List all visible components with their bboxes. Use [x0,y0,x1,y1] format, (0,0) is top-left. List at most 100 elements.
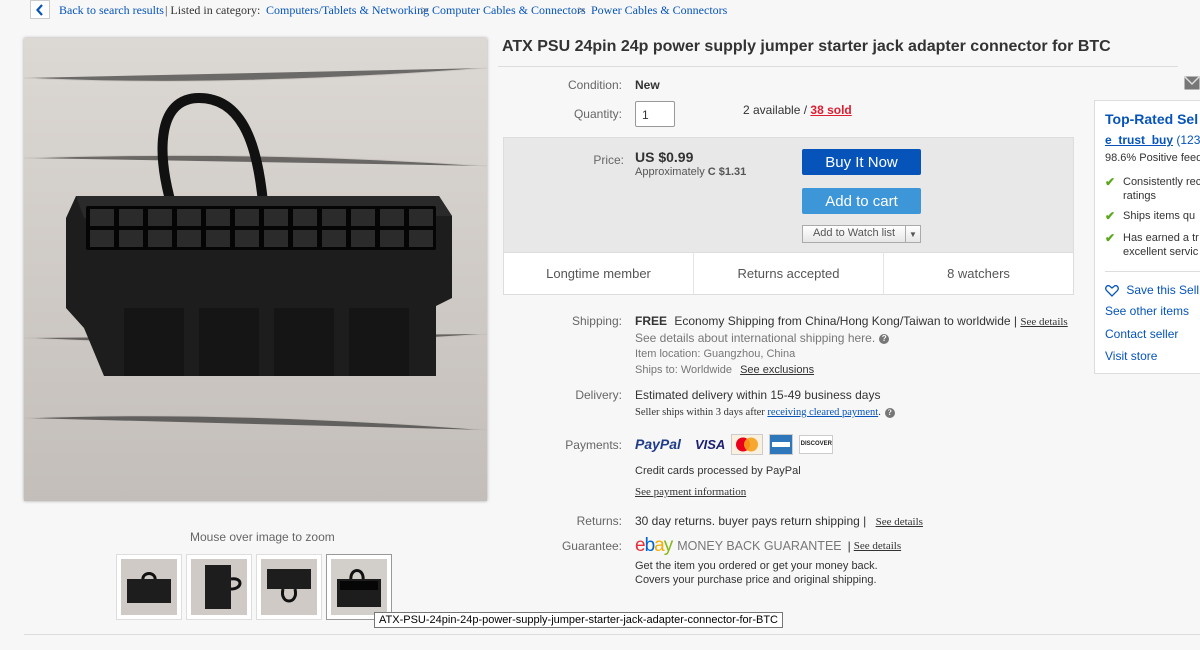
shipping-method: Economy Shipping from China/Hong Kong/Ta… [674,314,1011,328]
add-to-cart-button[interactable]: Add to cart [802,188,921,214]
amex-logo [769,433,794,455]
help-icon[interactable]: ? [879,333,890,344]
visa-logo: VISA [694,436,726,452]
back-button[interactable] [30,0,50,19]
top-rated-seller-heading: Top-Rated Sel [1105,111,1199,127]
category-link-cables[interactable]: Computer Cables & Connectors [432,3,586,18]
delivery-label: Delivery: [575,388,622,402]
seller-point-3-line-1: Has earned a tr [1123,232,1199,244]
watchlist-label[interactable]: Add to Watch list [803,226,906,242]
contact-seller-link[interactable]: Contact seller [1105,327,1178,341]
returns-policy: 30 day returns. buyer pays return shippi… [635,514,923,528]
ships-to-text: Ships to: Worldwide [635,364,733,376]
discover-logo: DISCOVER [799,434,834,454]
check-icon: ✔ [1105,175,1116,189]
breadcrumb-separator: > [421,3,428,17]
seller-point-1-line-1: Consistently rec [1123,176,1200,188]
stat-returns-accepted: Returns accepted [694,253,884,294]
chevron-down-icon[interactable]: ▼ [906,226,920,242]
seller-name-link[interactable]: e_trust_buy [1105,133,1173,147]
category-link-power-cables[interactable]: Power Cables & Connectors [591,3,727,18]
returns-label: Returns: [576,514,622,528]
thumbnail-3[interactable] [256,554,322,620]
sold-count-link[interactable]: 38 sold [810,103,851,117]
price-box: Price: US $0.99 Approximately C $1.31 Bu… [503,137,1074,295]
condition-label: Condition: [567,78,622,92]
price-value: US $0.99 [635,149,694,165]
seller-point-1: Consistently rec ratings [1123,175,1200,203]
seller-feedback: 98.6% Positive feed [1105,152,1200,164]
add-to-watchlist-button[interactable]: Add to Watch list ▼ [802,225,921,243]
see-other-items-link[interactable]: See other items [1105,304,1189,318]
ebay-logo-e: e [635,535,646,556]
shipping-see-details-link[interactable]: See details [1020,316,1067,328]
buy-it-now-button[interactable]: Buy It Now [802,149,921,175]
shipping-free: FREE [635,314,668,328]
stat-longtime-member: Longtime member [504,253,694,294]
see-exclusions-link[interactable]: See exclusions [740,364,814,376]
available-count: 2 available / [743,103,808,117]
thumbnail-1[interactable] [116,554,182,620]
connector-thumb-icon [331,559,387,615]
approx-value: C $1.31 [707,166,747,178]
guarantee-label: Guarantee: [561,539,622,553]
approx-prefix: Approximately [635,166,705,178]
ebay-logo-a: a [654,535,665,556]
money-back-guarantee: ebay MONEY BACK GUARANTEE | See details [635,535,902,557]
credit-card-note: Credit cards processed by PayPal [635,465,801,477]
cleared-payment-link[interactable]: receiving cleared payment [767,407,878,418]
payment-info-link[interactable]: See payment information [635,486,746,498]
returns-text: 30 day returns. buyer pays return shippi… [635,514,867,528]
amex-icon [772,441,791,447]
help-icon[interactable]: ? [884,407,895,418]
seller-info: e_trust_buy (1239 [1105,133,1200,147]
thumbnail-2[interactable] [186,554,252,620]
check-icon: ✔ [1105,231,1116,245]
connector-thumb-icon [261,559,317,615]
availability: 2 available / 38 sold [743,103,852,117]
visit-store-link[interactable]: Visit store [1105,349,1157,363]
intl-shipping-text: See details about international shipping… [635,331,876,345]
delivery-note-prefix: Seller ships within 3 days after [635,407,765,418]
save-seller-label[interactable]: Save this Sell [1126,283,1199,297]
returns-see-details-link[interactable]: See details [876,516,923,528]
save-seller-link[interactable]: Save this Sell [1105,283,1199,297]
connector-thumb-icon [121,559,177,615]
seller-stats-row: Longtime member Returns accepted 8 watch… [504,253,1073,294]
category-link-computers[interactable]: Computers/Tablets & Networking [266,3,429,18]
mastercard-icon [736,437,759,451]
item-location: Item location: Guangzhou, China [635,348,796,360]
approx-price: Approximately C $1.31 [635,166,746,178]
price-label: Price: [593,153,624,167]
payments-label: Payments: [565,438,622,452]
thumbnail-4[interactable] [326,554,392,620]
quantity-input[interactable]: 1 [635,101,675,127]
breadcrumb-separator: > [578,3,585,17]
guarantee-line-2: Covers your purchase price and original … [635,574,877,586]
mail-icon[interactable] [1184,76,1200,90]
connector-thumb-icon [191,559,247,615]
seller-score[interactable]: (1239 [1176,133,1200,147]
seller-point-1-line-2: ratings [1123,190,1157,202]
paypal-logo: PayPal [635,436,681,452]
seller-point-3: Has earned a tr excellent servic [1123,231,1199,259]
ebay-logo: ebay [635,535,673,557]
seller-panel: Top-Rated Sel e_trust_buy (1239 98.6% Po… [1094,100,1200,374]
divider [498,66,1178,67]
zoom-hint: Mouse over image to zoom [190,530,335,544]
guarantee-see-details-link[interactable]: See details [854,540,901,552]
heart-icon [1105,284,1119,297]
seller-point-3-line-2: excellent servic [1123,246,1199,258]
divider [24,634,1200,635]
delivery-note: Seller ships within 3 days after receivi… [635,407,895,418]
back-to-search-link[interactable]: Back to search results [59,3,164,18]
breadcrumb: Back to search results | Listed in categ… [0,0,1200,20]
listed-in-label: | Listed in category: [165,3,261,17]
ebay-logo-y: y [663,535,673,556]
main-product-image[interactable] [24,38,487,501]
quantity-label: Quantity: [573,107,622,121]
chevron-left-icon [36,3,43,16]
divider [1105,271,1200,272]
mbg-text: MONEY BACK GUARANTEE [677,539,842,553]
payment-logos: PayPal VISA DISCOVER [635,433,834,455]
